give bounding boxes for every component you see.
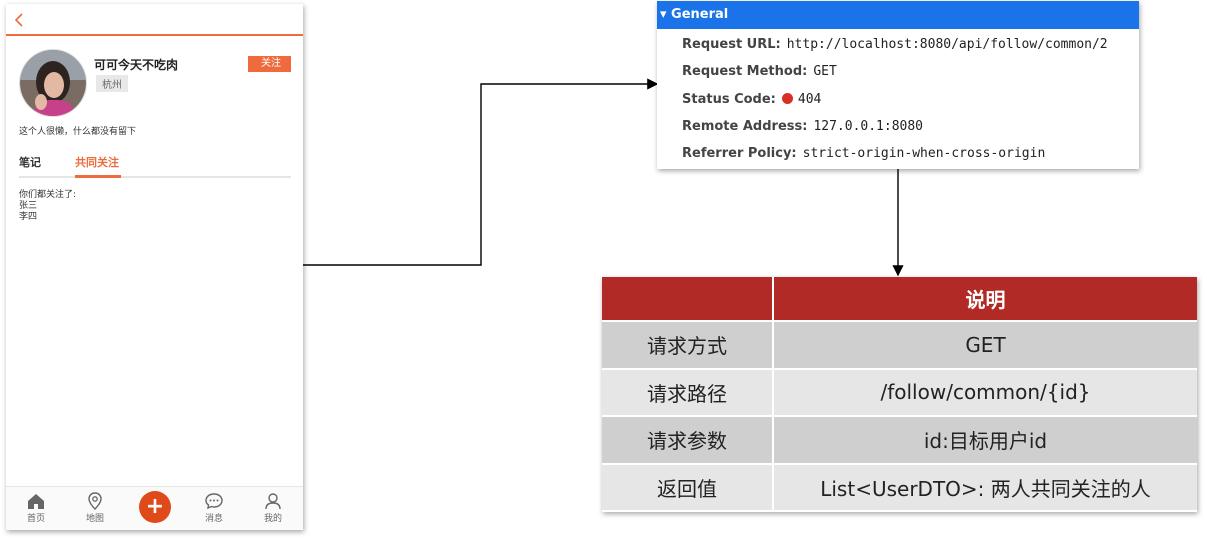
api-spec-table: 说明 请求方式 GET 请求路径 /follow/common/{id} 请求参… bbox=[602, 277, 1197, 512]
table-cell: 请求方式 bbox=[602, 322, 774, 370]
table-cell: /follow/common/{id} bbox=[774, 369, 1197, 417]
table-header-cell: 说明 bbox=[774, 277, 1197, 322]
row-key: Remote Address: bbox=[682, 119, 808, 134]
row-value: http://localhost:8080/api/follow/common/… bbox=[786, 37, 1108, 52]
row-value: 127.0.0.1:8080 bbox=[813, 119, 924, 134]
row-key: Request Method: bbox=[682, 64, 808, 79]
table-row: 请求参数 id:目标用户id bbox=[602, 417, 1197, 465]
status-code-row: Status Code: 404 bbox=[682, 92, 821, 107]
remote-address-row: Remote Address: 127.0.0.1:8080 bbox=[682, 119, 923, 134]
canvas: 可可今天不吃肉 杭州 关注 这个人很懒，什么都没有留下 笔记 共同关注 你们都关… bbox=[0, 0, 1207, 540]
table-cell: List<UserDTO>: 两人共同关注的人 bbox=[774, 464, 1197, 512]
table-cell: 返回值 bbox=[602, 464, 774, 512]
table-header-row: 说明 bbox=[602, 277, 1197, 322]
arrow-phone-to-general bbox=[303, 78, 659, 266]
row-value: 404 bbox=[797, 92, 822, 107]
general-section-header[interactable]: ▾ General bbox=[657, 1, 1139, 29]
network-general-panel: ▾ General Request URL: http://localhost:8… bbox=[657, 1, 1139, 169]
table-row: 返回值 List<UserDTO>: 两人共同关注的人 bbox=[602, 464, 1197, 512]
table-row: 请求路径 /follow/common/{id} bbox=[602, 369, 1197, 417]
request-method-row: Request Method: GET bbox=[682, 64, 837, 79]
table-row: 请求方式 GET bbox=[602, 322, 1197, 370]
table-cell: 请求路径 bbox=[602, 369, 774, 417]
referrer-policy-row: Referrer Policy: strict-origin-when-cross… bbox=[682, 146, 1045, 161]
table-cell: 请求参数 bbox=[602, 417, 774, 465]
table-header-cell bbox=[602, 277, 774, 322]
row-key: Request URL: bbox=[682, 37, 781, 52]
row-key: Referrer Policy: bbox=[682, 146, 797, 161]
row-value: strict-origin-when-cross-origin bbox=[802, 146, 1046, 161]
table-cell: GET bbox=[774, 322, 1197, 370]
row-key: Status Code: bbox=[682, 92, 776, 107]
status-error-dot-icon bbox=[781, 93, 793, 104]
table-cell: id:目标用户id bbox=[774, 417, 1197, 465]
request-url-row: Request URL: http://localhost:8080/api/fo… bbox=[682, 37, 1108, 52]
row-value: GET bbox=[813, 64, 837, 79]
